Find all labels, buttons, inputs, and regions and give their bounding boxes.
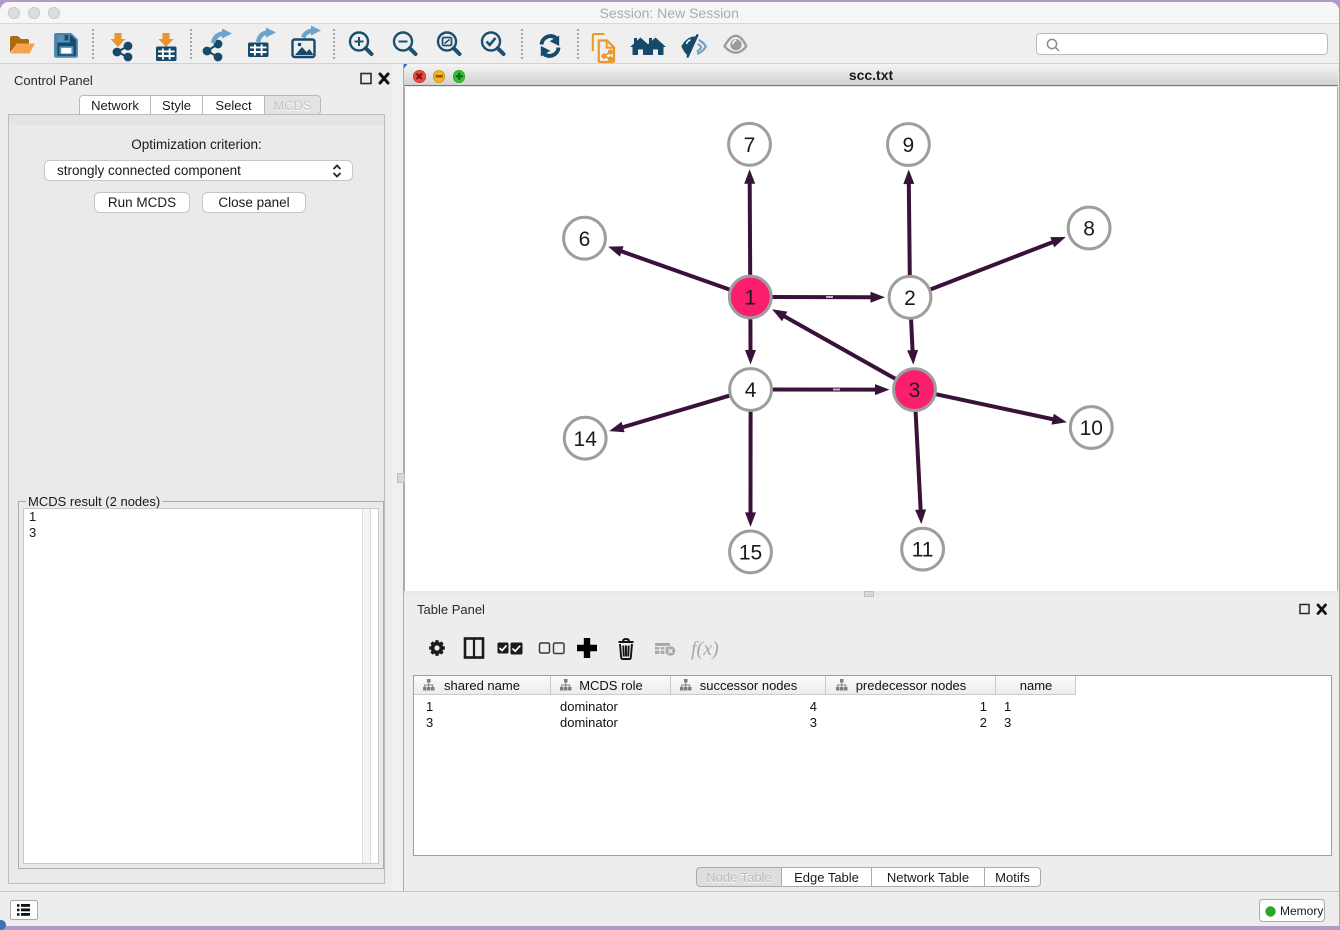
svg-text:10: 10 (1080, 417, 1103, 440)
svg-text:15: 15 (739, 542, 762, 565)
svg-text:1: 1 (744, 287, 756, 310)
svg-text:3: 3 (909, 379, 921, 402)
svg-text:6: 6 (579, 228, 591, 251)
svg-text:f(x): f(x) (691, 638, 719, 660)
svg-text:4: 4 (745, 379, 757, 402)
svg-text:9: 9 (903, 134, 915, 157)
svg-text:14: 14 (574, 428, 598, 451)
svg-text:7: 7 (744, 134, 756, 157)
svg-text:2: 2 (904, 287, 916, 310)
svg-text:8: 8 (1083, 218, 1095, 241)
svg-text:11: 11 (912, 539, 934, 562)
